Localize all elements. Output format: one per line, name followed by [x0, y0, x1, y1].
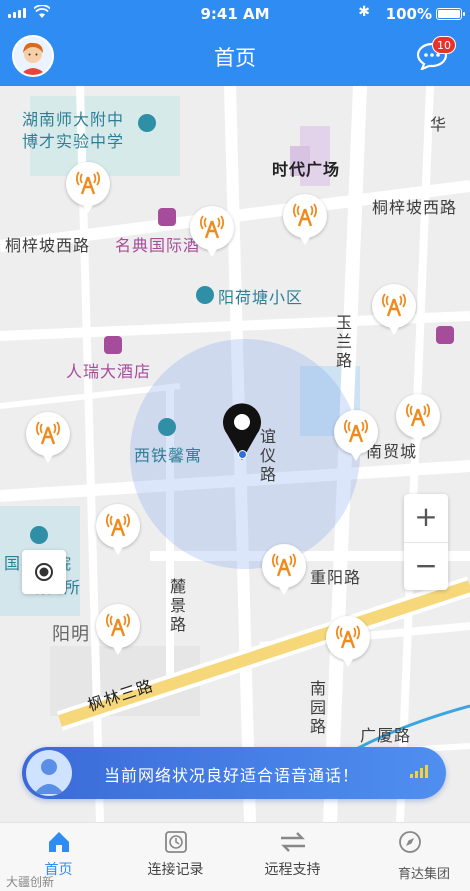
institute-poi-icon: [30, 526, 48, 544]
top-nav-bar: 首页 10: [0, 28, 470, 86]
tab-connection-records-label: 连接记录: [147, 862, 204, 878]
building-poi-icon: [436, 326, 454, 344]
home-icon: [48, 832, 69, 852]
bluetooth-icon: ✱: [358, 4, 370, 20]
tab-remote-support[interactable]: 远程支持: [234, 829, 351, 879]
tab-discover[interactable]: [351, 829, 468, 859]
network-status-banner[interactable]: 当前网络状况良好适合语音通话！: [22, 747, 446, 799]
signal-tower-icon: [105, 513, 131, 537]
signal-tower-marker[interactable]: [283, 194, 327, 245]
map-label-road-lujing: 麓景路: [167, 578, 186, 635]
map-label-school: 湖南师大附中: [22, 110, 125, 129]
agent-avatar: [26, 750, 72, 796]
map-label-road-hua: 华: [427, 116, 446, 135]
zoom-in-button[interactable]: +: [404, 494, 448, 542]
network-status-text: 当前网络状况良好适合语音通话！: [104, 766, 360, 785]
history-clock-icon: [164, 831, 187, 853]
location-dot: [238, 450, 247, 459]
school-poi-icon: [138, 114, 156, 132]
message-badge: 10: [432, 36, 456, 54]
map-label-hotel-mingdian: 名典国际酒: [115, 236, 201, 255]
bottom-tab-bar: 首页 连接记录 远程支持 大疆创新 育达集团: [0, 822, 470, 891]
transfer-arrows-icon: [280, 832, 305, 852]
signal-tower-marker[interactable]: [26, 412, 70, 463]
locate-button[interactable]: [22, 550, 66, 594]
signal-tower-marker[interactable]: [96, 504, 140, 555]
watermark-right: 育达集团: [398, 867, 451, 882]
signal-tower-icon: [343, 419, 369, 443]
tab-connection-records[interactable]: 连接记录: [117, 829, 234, 879]
map-label-road-tongzi-right: 桐梓坡西路: [372, 198, 458, 217]
signal-tower-marker[interactable]: [396, 394, 440, 445]
map-view[interactable]: 湖南师大附中 博才实验中学 时代广场 桐梓坡西路 华 桐梓坡西路 名典国际酒 阳…: [0, 86, 470, 822]
signal-tower-marker[interactable]: [372, 284, 416, 335]
map-label-road-yulan: 玉兰路: [333, 314, 352, 371]
signal-tower-icon: [405, 403, 431, 427]
signal-tower-marker[interactable]: [66, 162, 110, 213]
map-label-area-yangming: 阳明: [52, 624, 90, 645]
person-silhouette-icon: [34, 759, 64, 794]
signal-tower-icon: [271, 553, 297, 577]
signal-tower-icon: [381, 293, 407, 317]
tab-home[interactable]: 首页: [0, 829, 117, 879]
signal-tower-icon: [35, 421, 61, 445]
signal-tower-marker[interactable]: [96, 604, 140, 655]
hotel-poi-icon: [158, 208, 176, 226]
signal-tower-marker[interactable]: [326, 616, 370, 667]
community-poi-icon: [196, 286, 214, 304]
status-bar: 9:41 AM ✱ 100%: [0, 0, 470, 28]
zoom-out-button[interactable]: −: [404, 542, 448, 590]
battery-icon: [436, 8, 465, 20]
signal-tower-icon: [292, 203, 318, 227]
map-label-road-nanyuan: 南园路: [307, 680, 326, 737]
map-label-community: 阳荷塘小区: [218, 288, 304, 307]
compass-icon: [398, 831, 421, 853]
tab-remote-support-label: 远程支持: [264, 862, 321, 878]
watermark-left: 大疆创新: [6, 875, 55, 889]
map-label-school2: 博才实验中学: [22, 132, 125, 151]
map-label-apartment: 西铁馨寓: [134, 446, 203, 465]
signal-tower-marker[interactable]: [334, 410, 378, 461]
map-label-road-tongzi-left: 桐梓坡西路: [5, 236, 91, 255]
signal-tower-icon: [199, 215, 225, 239]
signal-tower-marker[interactable]: [190, 206, 234, 257]
signal-tower-icon: [335, 625, 361, 649]
map-label-plaza: 时代广场: [272, 160, 341, 179]
signal-tower-marker[interactable]: [262, 544, 306, 595]
signal-tower-icon: [105, 613, 131, 637]
map-label-road-chongyang: 重阳路: [310, 568, 362, 587]
map-label-road-guangsha: 广厦路: [360, 726, 412, 745]
battery-percent: 100%: [385, 5, 432, 23]
apartment-poi-icon: [158, 418, 176, 436]
page-title: 首页: [214, 46, 256, 70]
zoom-controls: + −: [404, 494, 448, 590]
signal-tower-icon: [75, 171, 101, 195]
locate-target-icon: [35, 563, 53, 581]
map-label-hotel-renrui: 人瑞大酒店: [66, 362, 152, 381]
signal-strength-icon: [410, 765, 428, 778]
hotel-renrui-poi-icon: [104, 336, 122, 354]
